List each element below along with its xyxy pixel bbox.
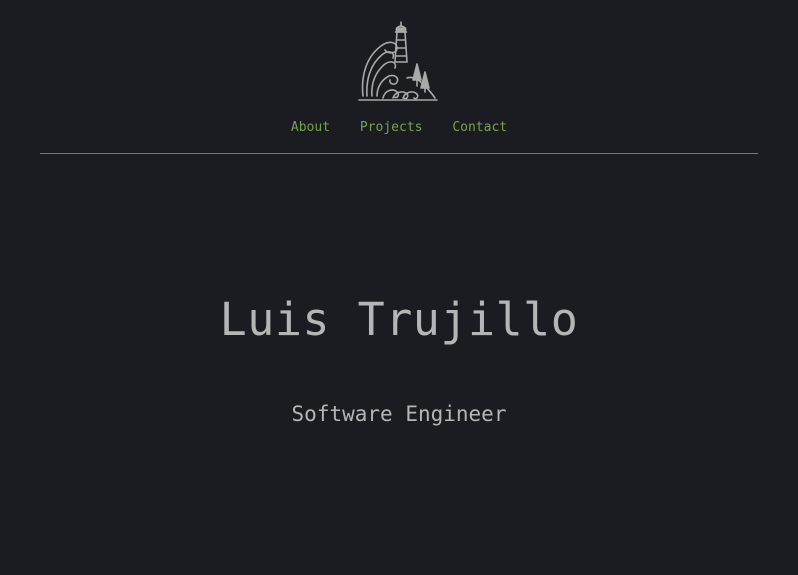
- hero-title: Software Engineer: [291, 402, 507, 426]
- main-nav: About Projects Contact: [0, 120, 798, 136]
- nav-link-contact[interactable]: Contact: [452, 120, 507, 135]
- lighthouse-waves-icon[interactable]: [357, 18, 441, 102]
- nav-link-about[interactable]: About: [291, 120, 330, 135]
- hero-name: Luis Trujillo: [219, 293, 579, 346]
- header-divider: [40, 153, 758, 154]
- nav-link-projects[interactable]: Projects: [360, 120, 423, 135]
